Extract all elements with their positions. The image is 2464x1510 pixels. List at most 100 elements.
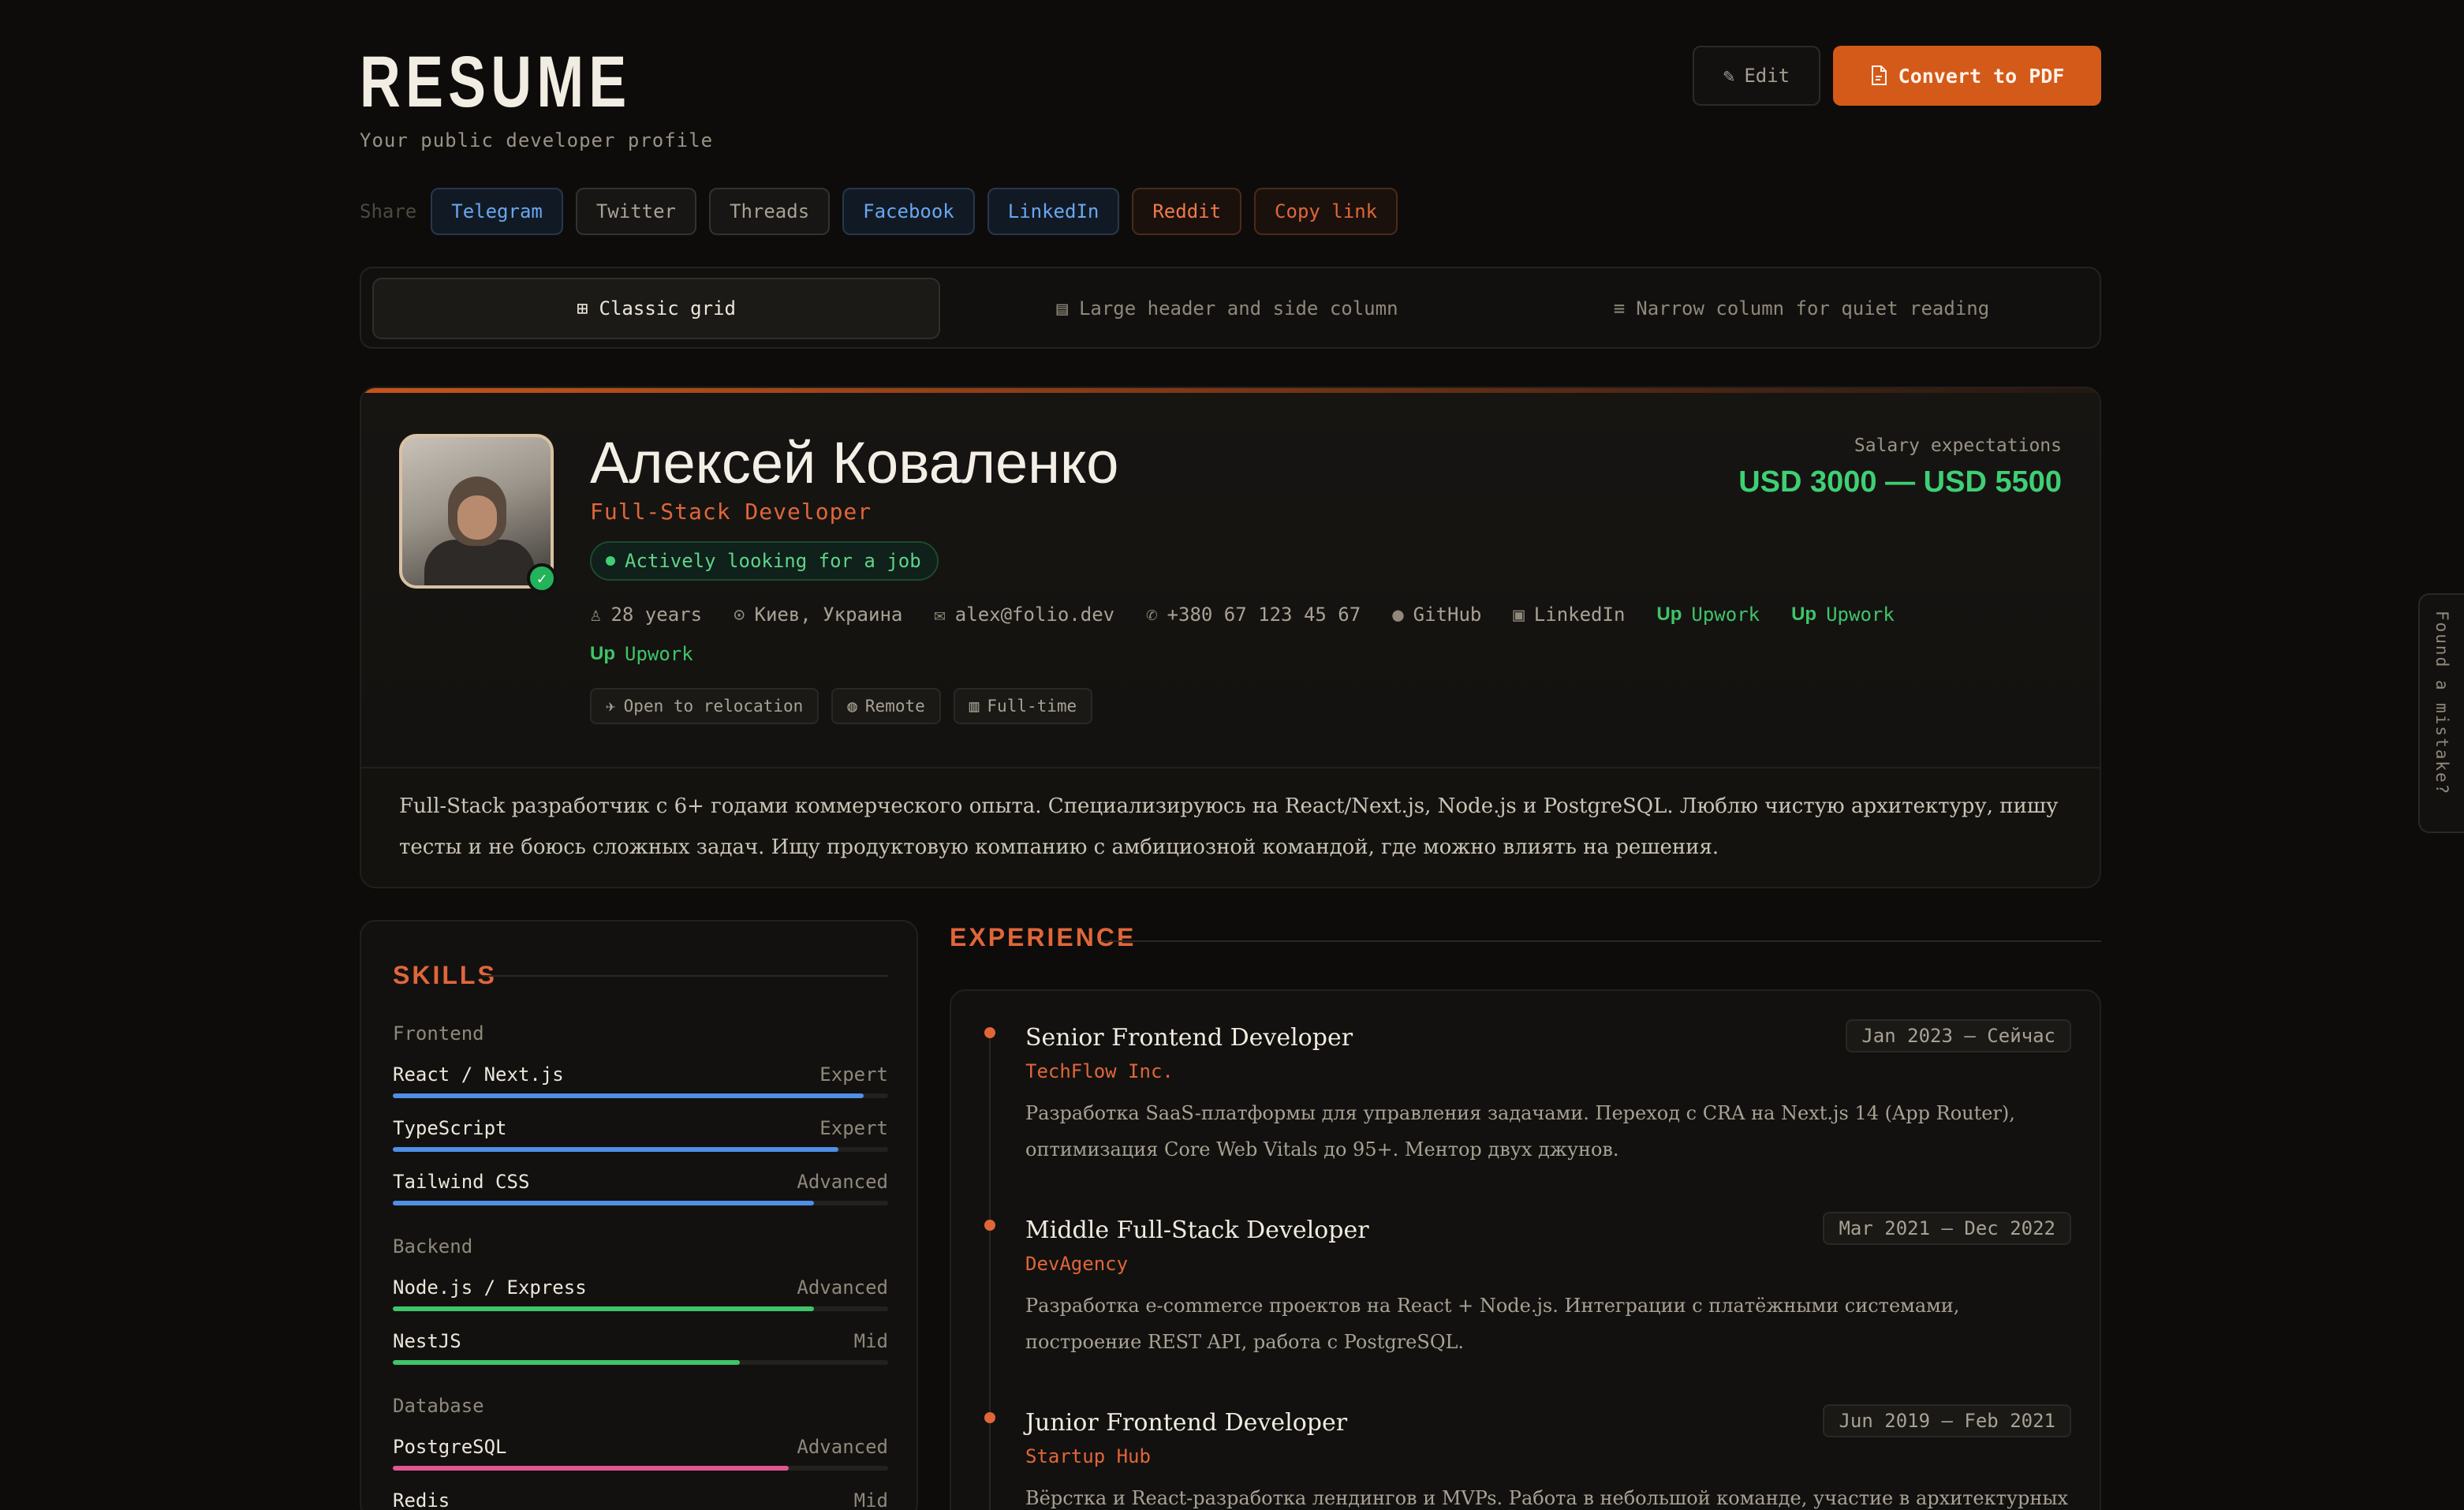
upwork-link[interactable]: Upwork (1691, 604, 1760, 626)
work-preferences: ✈ Open to relocation ◍ Remote ▥ Full-time (590, 688, 1093, 724)
tab-label: Large header and side column (1078, 297, 1398, 320)
about-section: Full-Stack разработчик с 6+ годами комме… (361, 767, 2100, 887)
meta-upwork-3[interactable]: Up Upwork (590, 642, 693, 666)
divider (1101, 940, 2101, 942)
skill-name: NestJS (393, 1330, 461, 1352)
skill-level: Expert (819, 1117, 888, 1139)
user-icon: ♙ (590, 604, 602, 626)
meta-github[interactable]: ● GitHub (1392, 603, 1481, 626)
job-company: DevAgency (1025, 1253, 1129, 1275)
profile-role: Full-Stack Developer (590, 499, 872, 525)
tab-label: Classic grid (599, 297, 736, 320)
job-dates: Jun 2019 — Feb 2021 (1823, 1404, 2071, 1437)
skill-level: Advanced (797, 1276, 888, 1299)
meta-upwork-2[interactable]: Up Upwork (1791, 603, 1895, 626)
github-link[interactable]: GitHub (1413, 604, 1482, 626)
tab-narrow-column[interactable]: ≡ Narrow column for quiet reading (1511, 278, 2092, 339)
sidebar-layout-icon: ▤ (1056, 297, 1068, 320)
lines-icon: ≡ (1613, 297, 1626, 320)
status-text: Actively looking for a job (625, 550, 921, 572)
tag-label: Full-time (987, 697, 1077, 716)
edit-button[interactable]: ✎ Edit (1693, 46, 1820, 106)
accent-line (361, 388, 2100, 393)
skill-category: Frontend (393, 1022, 484, 1045)
skill-name: PostgreSQL (393, 1436, 507, 1458)
skill-level: Mid (853, 1489, 888, 1510)
skill-name: TypeScript (393, 1117, 507, 1139)
timeline-line (989, 1038, 991, 1510)
linkedin-link[interactable]: LinkedIn (1534, 604, 1626, 626)
meta-location: ⊙ Киев, Украина (734, 603, 902, 626)
briefcase-icon: ▥ (969, 697, 980, 716)
grid-icon: ⊞ (577, 297, 588, 320)
job-dates: Jan 2023 — Сейчас (1846, 1019, 2071, 1052)
tag-remote: ◍ Remote (831, 688, 941, 724)
linkedin-icon: ▣ (1513, 604, 1525, 626)
skill-category: Database (393, 1395, 484, 1417)
skill-bar (393, 1093, 888, 1098)
upwork-link[interactable]: Upwork (625, 643, 693, 665)
job-title: Senior Frontend Developer (1025, 1024, 1353, 1052)
skill-bar (393, 1147, 888, 1152)
share-threads-button[interactable]: Threads (709, 188, 831, 235)
upwork-icon: Up (590, 643, 615, 664)
age-text: 28 years (610, 604, 703, 626)
skill-bar (393, 1360, 888, 1365)
verified-check-icon: ✓ (527, 563, 557, 593)
tab-large-header[interactable]: ▤ Large header and side column (943, 278, 1511, 339)
share-telegram-button[interactable]: Telegram (431, 188, 563, 235)
share-facebook-button[interactable]: Facebook (842, 188, 975, 235)
location-text: Киев, Украина (754, 604, 903, 626)
job-description: Вёрстка и React-разработка лендингов и M… (1025, 1487, 2069, 1509)
file-pdf-icon (1871, 65, 1887, 85)
meta-linkedin[interactable]: ▣ LinkedIn (1513, 603, 1625, 626)
salary-label: Salary expectations (1854, 435, 2062, 456)
experience-card: Senior Frontend Developer TechFlow Inc. … (950, 989, 2101, 1510)
share-twitter-button[interactable]: Twitter (575, 188, 696, 235)
page-title: RESUME (360, 42, 632, 122)
skill-bar (393, 1306, 888, 1311)
experience-title: EXPERIENCE (950, 923, 1137, 951)
skill-level: Mid (853, 1330, 888, 1352)
tag-label: Remote (864, 697, 925, 716)
tag-relocation: ✈ Open to relocation (590, 688, 819, 724)
skill-bar-fill (393, 1360, 740, 1365)
convert-to-pdf-button[interactable]: Convert to PDF (1833, 46, 2101, 106)
skill-bar-fill (393, 1147, 839, 1152)
upwork-link[interactable]: Upwork (1826, 604, 1895, 626)
meta-age: ♙ 28 years (590, 603, 702, 626)
layout-tabs: ⊞ Classic grid ▤ Large header and side c… (360, 267, 2101, 349)
divider (483, 975, 888, 977)
phone-link[interactable]: +380 67 123 45 67 (1167, 604, 1361, 626)
meta-upwork-1[interactable]: Up Upwork (1656, 603, 1760, 626)
copy-link-button[interactable]: Copy link (1254, 188, 1398, 235)
timeline-dot-icon (984, 1027, 995, 1038)
skill-item: PostgreSQL Advanced (393, 1436, 888, 1471)
job-description: Разработка e-commerce проектов на React … (1025, 1295, 1960, 1353)
share-linkedin-button[interactable]: LinkedIn (987, 188, 1120, 235)
found-mistake-label: Found a mistake? (2432, 611, 2451, 796)
found-mistake-tab[interactable]: Found a mistake? (2418, 593, 2464, 833)
skill-name: Tailwind CSS (393, 1171, 530, 1193)
job-dates: Mar 2021 — Dec 2022 (1823, 1212, 2071, 1245)
skill-item: Redis Mid (393, 1489, 888, 1510)
meta-email[interactable]: ✉ alex@folio.dev (934, 603, 1114, 626)
skill-item: Node.js / Express Advanced (393, 1276, 888, 1311)
pencil-icon: ✎ (1723, 65, 1735, 87)
about-text: Full-Stack разработчик с 6+ годами комме… (399, 794, 2059, 859)
share-reddit-button[interactable]: Reddit (1132, 188, 1242, 235)
status-dot-icon (606, 556, 615, 566)
skill-level: Expert (819, 1063, 888, 1086)
share-label: Share (360, 200, 417, 222)
github-icon: ● (1392, 604, 1404, 626)
skill-bar (393, 1201, 888, 1205)
globe-icon: ◍ (847, 697, 857, 716)
timeline-dot-icon (984, 1412, 995, 1423)
salary-value: USD 3000 — USD 5500 (1738, 465, 2062, 499)
avatar (399, 434, 554, 589)
tab-classic-grid[interactable]: ⊞ Classic grid (372, 278, 940, 339)
skill-level: Advanced (797, 1436, 888, 1458)
meta-phone[interactable]: ✆ +380 67 123 45 67 (1146, 603, 1361, 626)
email-link[interactable]: alex@folio.dev (955, 604, 1114, 626)
job-company: Startup Hub (1025, 1445, 1151, 1467)
